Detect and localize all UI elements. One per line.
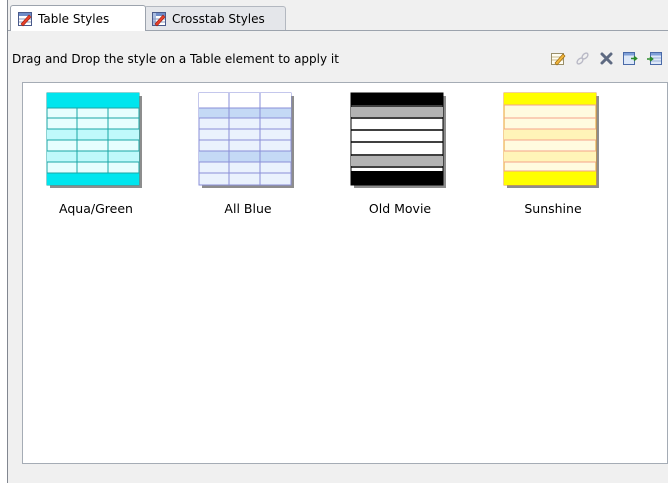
- unlink-style-icon[interactable]: [574, 50, 591, 67]
- style-gallery: Aqua/Green All Blue Old Movie Sunshine: [22, 82, 668, 464]
- style-item-aqua-green[interactable]: Aqua/Green: [31, 92, 161, 216]
- instruction-text: Drag and Drop the style on a Table eleme…: [12, 52, 339, 66]
- bottom-strip: [8, 464, 668, 483]
- import-icon[interactable]: [646, 50, 663, 67]
- edit-style-icon[interactable]: [550, 50, 567, 67]
- style-thumbnail: [46, 92, 142, 188]
- style-thumbnail: [503, 92, 599, 188]
- table-style-icon: [18, 11, 32, 26]
- style-thumbnail: [350, 92, 446, 188]
- style-item-old-movie[interactable]: Old Movie: [335, 92, 465, 216]
- style-item-all-blue[interactable]: All Blue: [183, 92, 313, 216]
- export-icon[interactable]: [622, 50, 639, 67]
- tab-bar: Table Styles Crosstab Styles: [8, 0, 668, 32]
- style-label: Sunshine: [524, 201, 582, 216]
- style-label: Aqua/Green: [59, 201, 133, 216]
- tab-crosstab-styles[interactable]: Crosstab Styles: [144, 6, 286, 30]
- view-header: Drag and Drop the style on a Table eleme…: [8, 31, 668, 78]
- tab-label: Crosstab Styles: [172, 11, 265, 26]
- tab-table-styles[interactable]: Table Styles: [10, 5, 146, 31]
- style-thumbnail: [198, 92, 294, 188]
- styles-view: Table Styles Crosstab Styles Drag and Dr…: [7, 0, 668, 483]
- delete-icon[interactable]: [598, 50, 615, 67]
- style-label: Old Movie: [368, 201, 432, 216]
- crosstab-style-icon: [152, 11, 166, 26]
- tab-label: Table Styles: [38, 11, 110, 26]
- style-item-sunshine[interactable]: Sunshine: [488, 92, 618, 216]
- toolbar: [550, 50, 663, 67]
- style-label: All Blue: [224, 201, 272, 216]
